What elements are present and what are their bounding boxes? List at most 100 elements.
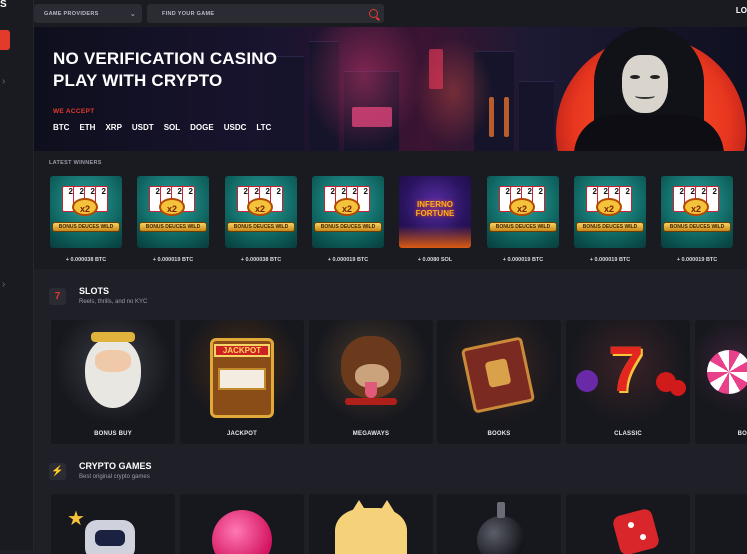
winner-amount: + 0.000019 BTC xyxy=(676,257,718,263)
seven-cherry-art: 7 xyxy=(566,320,690,420)
crypto-tile-cat[interactable] xyxy=(309,494,433,554)
bolt-icon: ⚡ xyxy=(49,463,66,480)
winner-amount: + 0.000019 BTC xyxy=(589,257,631,263)
book-art xyxy=(437,320,561,420)
coin-label: LTC xyxy=(256,123,272,132)
coin-label: XRP xyxy=(105,123,122,132)
winner-amount: + 0.0080 SOL xyxy=(417,257,453,263)
tile-label: JACKPOT xyxy=(226,431,258,437)
game-thumbnail[interactable]: 2222 x2 BONUS DEUCES WILD xyxy=(137,176,209,248)
neon-sign xyxy=(429,49,443,89)
game-thumbnail[interactable]: 2222 x2 BONUS DEUCES WILD xyxy=(574,176,646,248)
tile-label: MEGAWAYS xyxy=(352,431,390,437)
game-thumbnail[interactable]: INFERNO FORTUNE xyxy=(399,176,471,248)
seven-icon: 7 xyxy=(49,288,66,305)
crypto-games-subtitle: Best original crypto games xyxy=(79,474,150,480)
category-tile-megaways[interactable]: MEGAWAYS xyxy=(309,320,433,444)
crypto-games-header: ⚡ CRYPTO GAMES Best original crypto game… xyxy=(34,459,747,489)
hero-glow xyxy=(414,37,494,147)
neon-sign xyxy=(504,97,509,137)
chevron-right-icon[interactable]: › xyxy=(2,279,5,290)
neon-sign xyxy=(489,97,494,137)
search-input[interactable] xyxy=(160,9,350,18)
game-title: BONUS DEUCES WILD xyxy=(314,222,382,232)
search-icon[interactable] xyxy=(369,9,378,18)
sidebar-active-indicator[interactable] xyxy=(0,30,10,50)
winner-item[interactable]: 2222 x2 BONUS DEUCES WILD + 0.000019 BTC xyxy=(487,176,559,263)
crypto-tile-robot[interactable]: ★ xyxy=(51,494,175,554)
winner-amount: + 0.000019 BTC xyxy=(502,257,544,263)
tile-label: BONUS BUY xyxy=(94,431,132,437)
hero-banner[interactable]: NO VERIFICATION CASINO PLAY WITH CRYPTO … xyxy=(34,27,747,151)
category-tile-partial[interactable]: BO xyxy=(695,320,747,444)
category-tile-books[interactable]: BOOKS xyxy=(437,320,561,444)
candy-art xyxy=(695,320,747,420)
tile-label: BO xyxy=(737,431,747,437)
logo-fragment: S xyxy=(0,0,7,10)
chevron-down-icon: ⌄ xyxy=(129,10,136,18)
game-providers-dropdown[interactable]: GAME PROVIDERS ⌄ xyxy=(34,4,142,23)
slots-header: 7 SLOTS Reels, thrills, and no KYC xyxy=(34,284,747,314)
coin-label: DOGE xyxy=(190,123,214,132)
game-title: INFERNO FORTUNE xyxy=(415,200,455,218)
sidebar: S › › xyxy=(0,0,34,550)
coin-label: USDT xyxy=(131,123,154,132)
winner-item[interactable]: 2222 x2 BONUS DEUCES WILD + 0.000019 BTC xyxy=(137,176,209,263)
chevron-right-icon[interactable]: › xyxy=(2,76,5,87)
game-title: BONUS DEUCES WILD xyxy=(227,222,295,232)
game-thumbnail[interactable]: 2222 x2 BONUS DEUCES WILD xyxy=(312,176,384,248)
game-thumbnail[interactable]: 2222 x2 BONUS DEUCES WILD xyxy=(225,176,297,248)
we-accept-label: WE ACCEPT xyxy=(53,108,95,115)
crypto-games-title: CRYPTO GAMES xyxy=(79,461,152,471)
winner-amount: + 0.000038 BTC xyxy=(240,257,282,263)
winner-item[interactable]: 2222 x2 BONUS DEUCES WILD + 0.000019 BTC xyxy=(574,176,646,263)
category-tile-jackpot[interactable]: JACKPOT JACKPOT xyxy=(180,320,304,444)
hero-title-line2: PLAY WITH CRYPTO xyxy=(53,71,223,90)
crypto-tile-plinko[interactable] xyxy=(180,494,304,554)
zeus-art xyxy=(51,320,175,420)
crypto-tile-partial[interactable] xyxy=(695,494,747,554)
winner-item[interactable]: 2222 x2 BONUS DEUCES WILD + 0.000019 BTC xyxy=(312,176,384,263)
coin-label: BTC xyxy=(53,123,70,132)
winner-amount: + 0.000019 BTC xyxy=(327,257,369,263)
login-button[interactable]: LO xyxy=(736,6,747,15)
top-header: GAME PROVIDERS ⌄ LO xyxy=(34,0,747,27)
game-title: BONUS DEUCES WILD xyxy=(489,222,557,232)
tile-label: BOOKS xyxy=(487,431,511,437)
hero-glow xyxy=(304,27,424,151)
slots-title: SLOTS xyxy=(79,286,110,296)
slots-subtitle: Reels, thrills, and no KYC xyxy=(79,299,148,305)
coin-label: ETH xyxy=(79,123,96,132)
hero-title: NO VERIFICATION CASINO PLAY WITH CRYPTO xyxy=(53,48,277,92)
crypto-tile-bomb[interactable] xyxy=(437,494,561,554)
winner-item[interactable]: 2222 x2 BONUS DEUCES WILD + 0.000019 BTC xyxy=(661,176,733,263)
winner-item[interactable]: 2222 x2 BONUS DEUCES WILD + 0.000038 BTC xyxy=(50,176,122,263)
game-title: BONUS DEUCES WILD xyxy=(663,222,731,232)
game-title: BONUS DEUCES WILD xyxy=(139,222,207,232)
winner-amount: + 0.000038 BTC xyxy=(65,257,107,263)
latest-winners-label: LATEST WINNERS xyxy=(49,160,102,166)
hero-title-line1: NO VERIFICATION CASINO xyxy=(53,49,278,68)
game-title: BONUS DEUCES WILD xyxy=(576,222,644,232)
search-bar[interactable] xyxy=(147,4,384,23)
tile-label: CLASSIC xyxy=(614,431,642,437)
game-thumbnail[interactable]: 2222 x2 BONUS DEUCES WILD xyxy=(487,176,559,248)
game-title: BONUS DEUCES WILD xyxy=(52,222,120,232)
latest-winners: LATEST WINNERS 2222 x2 BONUS DEUCES WILD… xyxy=(34,151,747,269)
accepted-coins: BTC ETH XRP USDT SOL DOGE USDC LTC xyxy=(53,123,271,132)
game-thumbnail[interactable]: 2222 x2 BONUS DEUCES WILD xyxy=(661,176,733,248)
winner-item[interactable]: INFERNO FORTUNE + 0.0080 SOL xyxy=(399,176,471,263)
slot-machine-art: JACKPOT xyxy=(180,320,304,420)
winner-item[interactable]: 2222 x2 BONUS DEUCES WILD + 0.000038 BTC xyxy=(225,176,297,263)
hero-building xyxy=(519,81,554,151)
dog-art xyxy=(309,320,433,420)
hacker-body xyxy=(574,115,724,151)
crypto-tile-dice[interactable] xyxy=(566,494,690,554)
winner-amount: + 0.000019 BTC xyxy=(152,257,194,263)
category-tile-classic[interactable]: 7 CLASSIC xyxy=(566,320,690,444)
game-thumbnail[interactable]: 2222 x2 BONUS DEUCES WILD xyxy=(50,176,122,248)
category-tile-bonus-buy[interactable]: BONUS BUY xyxy=(51,320,175,444)
coin-label: SOL xyxy=(163,123,181,132)
mask-face xyxy=(622,55,668,113)
neon-sign xyxy=(352,107,392,127)
